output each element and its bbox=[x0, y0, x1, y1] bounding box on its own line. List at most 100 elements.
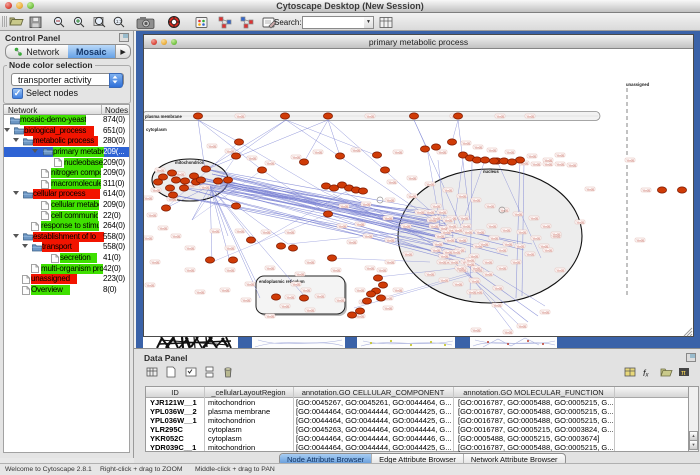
svg-text:Ybr05: Ybr05 bbox=[196, 290, 204, 294]
svg-text:Ybr05: Ybr05 bbox=[504, 242, 512, 246]
svg-text:Ybr05: Ybr05 bbox=[432, 204, 440, 208]
svg-text:Ybr05: Ybr05 bbox=[472, 198, 480, 202]
svg-text:Ybr05: Ybr05 bbox=[156, 168, 164, 172]
svg-text:mitochondrion: mitochondrion bbox=[175, 160, 205, 165]
svg-text:Ybr05: Ybr05 bbox=[186, 268, 194, 272]
svg-text:Ybr05: Ybr05 bbox=[236, 229, 244, 233]
svg-text:Ybr05: Ybr05 bbox=[248, 156, 256, 160]
svg-text:Ybr05: Ybr05 bbox=[152, 188, 160, 192]
svg-text:Ybr05: Ybr05 bbox=[286, 230, 294, 234]
svg-text:Ybr05: Ybr05 bbox=[458, 194, 466, 198]
svg-text:Ybr05: Ybr05 bbox=[448, 224, 456, 228]
svg-text:Ybr05: Ybr05 bbox=[386, 198, 394, 202]
svg-text:Ybr05: Ybr05 bbox=[474, 145, 482, 149]
svg-text:Ybr05: Ybr05 bbox=[462, 224, 470, 228]
svg-text:Ybr05: Ybr05 bbox=[148, 213, 156, 217]
svg-text:Ybr05: Ybr05 bbox=[438, 150, 446, 154]
svg-text:Ybr05: Ybr05 bbox=[468, 290, 476, 294]
svg-text:Ybr05: Ybr05 bbox=[266, 314, 274, 318]
svg-text:Ybr05: Ybr05 bbox=[366, 266, 374, 270]
svg-text:Ybr05: Ybr05 bbox=[488, 148, 496, 152]
svg-text:Ybr05: Ybr05 bbox=[576, 220, 584, 224]
svg-text:Ybr05: Ybr05 bbox=[452, 250, 460, 254]
svg-text:Ybr05: Ybr05 bbox=[498, 248, 506, 252]
svg-text:Ybr05: Ybr05 bbox=[211, 229, 219, 233]
svg-text:Ybr05: Ybr05 bbox=[226, 149, 234, 153]
svg-text:Ybr05: Ybr05 bbox=[266, 266, 274, 270]
svg-text:Ybr05: Ybr05 bbox=[386, 260, 394, 264]
svg-text:Ybr05: Ybr05 bbox=[292, 155, 300, 159]
svg-text:Ybr05: Ybr05 bbox=[438, 260, 446, 264]
svg-text:Ybr05: Ybr05 bbox=[436, 234, 444, 238]
svg-text:Ybr05: Ybr05 bbox=[286, 295, 294, 299]
svg-text:Ybr05: Ybr05 bbox=[408, 194, 416, 198]
svg-text:Ybr05: Ybr05 bbox=[494, 286, 502, 290]
svg-text:Ybr05: Ybr05 bbox=[364, 234, 372, 238]
svg-text:Ybr05: Ybr05 bbox=[626, 158, 634, 162]
svg-text:Ybr05: Ybr05 bbox=[386, 238, 394, 242]
svg-text:1:1: 1:1 bbox=[116, 19, 123, 24]
svg-text:Ybr05: Ybr05 bbox=[362, 202, 370, 206]
svg-text:Ybr05: Ybr05 bbox=[314, 150, 322, 154]
svg-text:Ybr05: Ybr05 bbox=[472, 266, 480, 270]
svg-text:Ybr05: Ybr05 bbox=[292, 282, 300, 286]
svg-text:Ybr05: Ybr05 bbox=[502, 228, 510, 232]
svg-text:Ybr05: Ybr05 bbox=[512, 260, 520, 264]
svg-text:Ybr05: Ybr05 bbox=[642, 188, 650, 192]
svg-text:Ybr05: Ybr05 bbox=[498, 266, 506, 270]
svg-text:Ybr05: Ybr05 bbox=[221, 288, 229, 292]
svg-text:Ybr05: Ybr05 bbox=[356, 288, 364, 292]
svg-text:Ybr05: Ybr05 bbox=[444, 250, 452, 254]
svg-text:Ybr05: Ybr05 bbox=[242, 298, 250, 302]
svg-text:Ybr05: Ybr05 bbox=[338, 224, 346, 228]
svg-text:Ybr05: Ybr05 bbox=[504, 330, 512, 334]
svg-text:Ybr05: Ybr05 bbox=[302, 288, 310, 292]
svg-text:Ybr05: Ybr05 bbox=[526, 114, 534, 118]
svg-text:Ybr05: Ybr05 bbox=[348, 240, 356, 244]
svg-text:Ybr05: Ybr05 bbox=[541, 310, 549, 314]
svg-text:Ybr05: Ybr05 bbox=[246, 282, 254, 286]
svg-text:Ybr05: Ybr05 bbox=[471, 279, 479, 283]
svg-text:Ybr05: Ybr05 bbox=[458, 238, 466, 242]
svg-text:Ybr05: Ybr05 bbox=[454, 282, 462, 286]
svg-text:Ybr05: Ybr05 bbox=[454, 228, 462, 232]
svg-text:Ybr05: Ybr05 bbox=[226, 246, 234, 250]
svg-text:Ybr05: Ybr05 bbox=[316, 294, 324, 298]
svg-text:Ybr05: Ybr05 bbox=[446, 238, 454, 242]
svg-text:fₓ: fₓ bbox=[643, 368, 650, 378]
svg-text:Ybr05: Ybr05 bbox=[472, 328, 480, 332]
svg-text:Ybr05: Ybr05 bbox=[516, 244, 524, 248]
svg-text:π: π bbox=[681, 370, 686, 377]
svg-text:Ybr05: Ybr05 bbox=[496, 114, 504, 118]
svg-text:Ybr05: Ybr05 bbox=[556, 268, 564, 272]
svg-text:Ybr05: Ybr05 bbox=[484, 272, 492, 276]
svg-text:Ybr05: Ybr05 bbox=[404, 252, 412, 256]
svg-text:Ybr05: Ybr05 bbox=[378, 268, 386, 272]
svg-text:Ybr05: Ybr05 bbox=[426, 210, 434, 214]
svg-text:Ybr05: Ybr05 bbox=[281, 304, 289, 308]
svg-text:nucleus: nucleus bbox=[483, 169, 499, 174]
svg-text:Ybr05: Ybr05 bbox=[532, 162, 540, 166]
svg-text:Ybr05: Ybr05 bbox=[306, 308, 314, 312]
svg-text:Ybr05: Ybr05 bbox=[159, 226, 167, 230]
svg-text:Ybr05: Ybr05 bbox=[352, 148, 360, 152]
svg-text:Ybr05: Ybr05 bbox=[490, 236, 498, 240]
svg-text:Ybr05: Ybr05 bbox=[440, 254, 448, 258]
svg-text:Ybr05: Ybr05 bbox=[556, 162, 564, 166]
svg-text:Ybr05: Ybr05 bbox=[488, 224, 496, 228]
svg-text:Ybr05: Ybr05 bbox=[296, 272, 304, 276]
svg-text:Ybr05: Ybr05 bbox=[532, 236, 540, 240]
svg-text:Ybr05: Ybr05 bbox=[172, 234, 180, 238]
svg-text:Ybr05: Ybr05 bbox=[438, 210, 446, 214]
svg-text:Ybr05: Ybr05 bbox=[556, 153, 564, 157]
svg-text:Ybr05: Ybr05 bbox=[506, 150, 514, 154]
svg-text:Ybr05: Ybr05 bbox=[402, 224, 410, 228]
svg-text:Ybr05: Ybr05 bbox=[544, 162, 552, 166]
svg-text:Ybr05: Ybr05 bbox=[530, 216, 538, 220]
svg-text:plasma membrane: plasma membrane bbox=[145, 114, 182, 119]
svg-text:Ybr05: Ybr05 bbox=[493, 303, 501, 307]
svg-text:Ybr05: Ybr05 bbox=[444, 218, 452, 222]
svg-text:Ybr05: Ybr05 bbox=[528, 154, 536, 158]
svg-text:Ybr05: Ybr05 bbox=[432, 216, 440, 220]
svg-text:Ybr05: Ybr05 bbox=[456, 266, 464, 270]
